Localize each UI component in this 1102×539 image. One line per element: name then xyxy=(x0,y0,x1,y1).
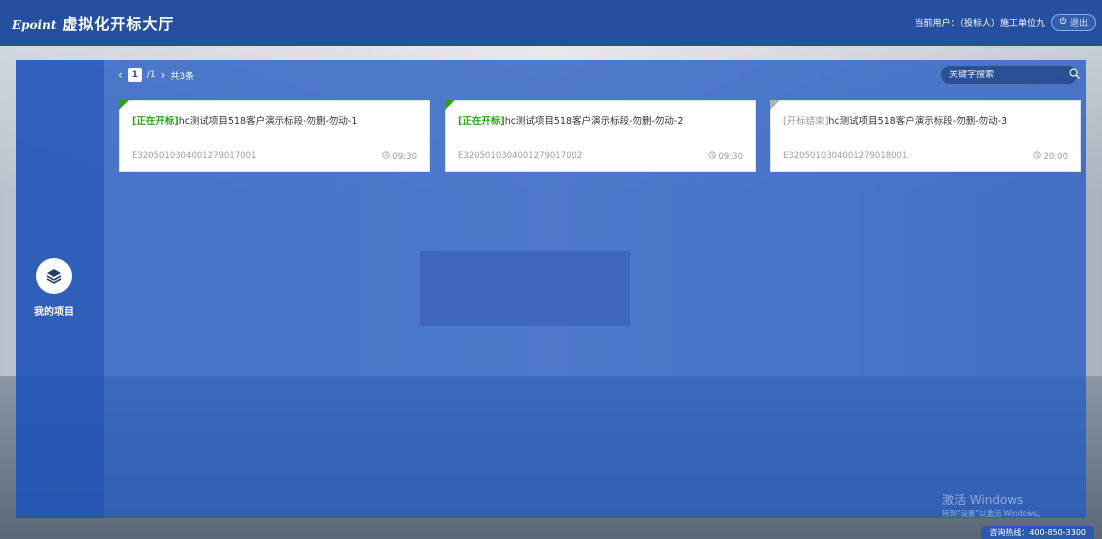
brand-logo-mark: Epoint xyxy=(12,17,57,32)
card-project-name: hc测试项目518客户演示标段-勿删-勿动-1 xyxy=(178,116,358,127)
card-project-name: hc测试项目518客户演示标段-勿删-勿动-3 xyxy=(828,116,1008,127)
logout-button[interactable]: 退出 xyxy=(1050,14,1096,31)
card-status: [正在开标] xyxy=(458,116,505,127)
card-time-value: 09:30 xyxy=(718,151,744,162)
clock-icon xyxy=(1032,151,1041,162)
project-card[interactable]: [正在开标]hc测试项目518客户演示标段-勿删-勿动-1 E320501030… xyxy=(119,100,430,172)
card-time-value: 09:30 xyxy=(392,151,418,162)
activation-watermark: 激活 Windows 转到"设置"以激活 Windows。 xyxy=(942,491,1045,519)
watermark-subtitle: 转到"设置"以激活 Windows。 xyxy=(942,509,1045,518)
card-time: 09:30 xyxy=(707,151,744,162)
watermark-title: 激活 Windows xyxy=(942,493,1024,507)
card-project-code: E3205010304001279017002 xyxy=(458,151,583,161)
card-status: [正在开标] xyxy=(132,116,179,127)
clock-icon xyxy=(381,151,390,162)
total-pages: /1 xyxy=(146,70,156,80)
card-title: [正在开标]hc测试项目518客户演示标段-勿删-勿动-2 xyxy=(458,113,683,127)
user-area: 当前用户：（投标人）施工单位九 退出 xyxy=(914,14,1096,31)
total-count: 共3条 xyxy=(170,71,195,82)
logout-label: 退出 xyxy=(1069,19,1088,29)
pagination: ‹ 1 /1 › 共3条 xyxy=(118,67,194,83)
card-project-code: E3205010304001279018001 xyxy=(783,151,908,161)
search-input[interactable] xyxy=(949,70,1069,80)
project-card[interactable]: [正在开标]hc测试项目518客户演示标段-勿删-勿动-2 E320501030… xyxy=(445,100,756,172)
layers-icon xyxy=(36,258,72,294)
project-card[interactable]: [开标结束]hc测试项目518客户演示标段-勿删-勿动-3 E320501030… xyxy=(770,100,1081,172)
card-status: [开标结束] xyxy=(783,116,829,127)
search-icon[interactable] xyxy=(1069,68,1080,82)
search-box xyxy=(940,65,1080,85)
card-time: 20:00 xyxy=(1032,151,1069,162)
hotline-label: 咨询热线：400-850-3300 xyxy=(981,526,1094,539)
card-title: [正在开标]hc测试项目518客户演示标段-勿删-勿动-1 xyxy=(132,113,357,127)
current-user-label: 当前用户：（投标人）施工单位九 xyxy=(914,19,1045,29)
top-header: Epoint 虚拟化开标大厅 当前用户：（投标人）施工单位九 退出 xyxy=(0,0,1102,46)
clock-icon xyxy=(707,151,716,162)
app-logo: Epoint 虚拟化开标大厅 xyxy=(12,13,174,34)
card-title: [开标结束]hc测试项目518客户演示标段-勿删-勿动-3 xyxy=(783,113,1007,127)
chevron-left-icon[interactable]: ‹ xyxy=(118,69,123,81)
card-project-code: E3205010304001279017001 xyxy=(132,151,257,161)
current-page[interactable]: 1 xyxy=(127,68,142,82)
card-time: 09:30 xyxy=(381,151,418,162)
app-title: 虚拟化开标大厅 xyxy=(62,14,175,33)
sidebar-item-my-projects[interactable]: 我的项目 xyxy=(20,258,88,318)
chevron-right-icon[interactable]: › xyxy=(161,69,166,81)
card-time-value: 20:00 xyxy=(1043,151,1069,162)
sidebar-item-label: 我的项目 xyxy=(34,307,74,318)
power-icon xyxy=(1059,17,1067,28)
card-project-name: hc测试项目518客户演示标段-勿删-勿动-2 xyxy=(504,116,684,127)
